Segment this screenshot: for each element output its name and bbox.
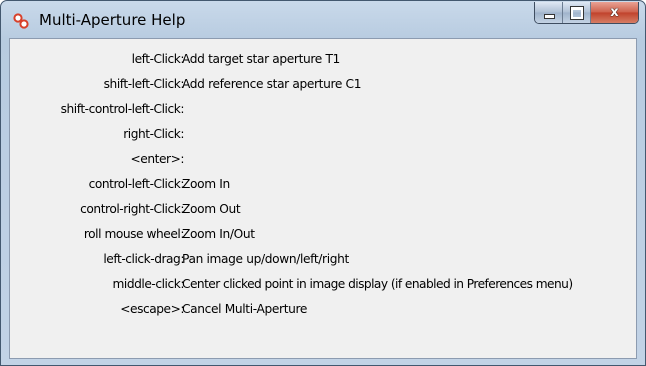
- help-row-desc: Zoom In/Out: [182, 227, 255, 241]
- help-row-desc: Cancel Multi-Aperture: [182, 302, 308, 316]
- help-row-key: <enter>:: [130, 152, 185, 166]
- help-row-key: shift-left-Click:: [103, 77, 185, 91]
- help-row: left-Click: Add target star aperture T1: [10, 47, 636, 71]
- help-row-key: <escape>:: [120, 302, 184, 316]
- help-row: control-left-Click: Zoom In: [10, 172, 636, 196]
- help-row-key: shift-control-left-Click:: [60, 102, 185, 116]
- help-row-key: right-Click:: [123, 127, 184, 141]
- help-row: control-right-Click: Zoom Out: [10, 197, 636, 221]
- maximize-button[interactable]: [563, 2, 591, 23]
- help-row: left-click-drag: Pan image up/down/left/…: [10, 247, 636, 271]
- help-row: right-Click:: [10, 122, 636, 146]
- help-row-key: left-click-drag:: [103, 252, 184, 266]
- help-row-key: control-right-Click:: [80, 202, 184, 216]
- help-row: shift-left-Click: Add reference star ape…: [10, 72, 636, 96]
- help-row: shift-control-left-Click:: [10, 97, 636, 121]
- help-row-desc: Add reference star aperture C1: [182, 77, 362, 91]
- close-button[interactable]: x: [591, 2, 638, 23]
- window-title: Multi-Aperture Help: [39, 11, 186, 29]
- app-icon: [13, 13, 29, 29]
- title-bar[interactable]: Multi-Aperture Help x: [1, 1, 645, 39]
- help-content-panel: left-Click: Add target star aperture T1 …: [9, 38, 637, 359]
- maximize-icon: [570, 6, 584, 20]
- minimize-button[interactable]: [535, 2, 563, 23]
- help-row-key: roll mouse wheel:: [83, 227, 185, 241]
- help-row: middle-click: Center clicked point in im…: [10, 272, 636, 296]
- help-row-key: left-Click:: [131, 52, 185, 66]
- minimize-icon: [544, 14, 555, 19]
- help-row: <enter>:: [10, 147, 636, 171]
- close-icon: x: [610, 5, 619, 20]
- help-row-key: middle-click:: [112, 277, 184, 291]
- help-row-desc: Pan image up/down/left/right: [182, 252, 349, 266]
- help-row-key: control-left-Click:: [88, 177, 185, 191]
- help-row-desc: Center clicked point in image display (i…: [182, 277, 573, 291]
- help-window: Multi-Aperture Help x left-Click: Add ta…: [0, 0, 646, 366]
- help-row-desc: Add target star aperture T1: [182, 52, 340, 66]
- help-row-desc: Zoom Out: [182, 202, 241, 216]
- help-row: roll mouse wheel: Zoom In/Out: [10, 222, 636, 246]
- help-row-desc: Zoom In: [182, 177, 230, 191]
- help-row: <escape>: Cancel Multi-Aperture: [10, 297, 636, 321]
- caption-buttons: x: [534, 2, 639, 24]
